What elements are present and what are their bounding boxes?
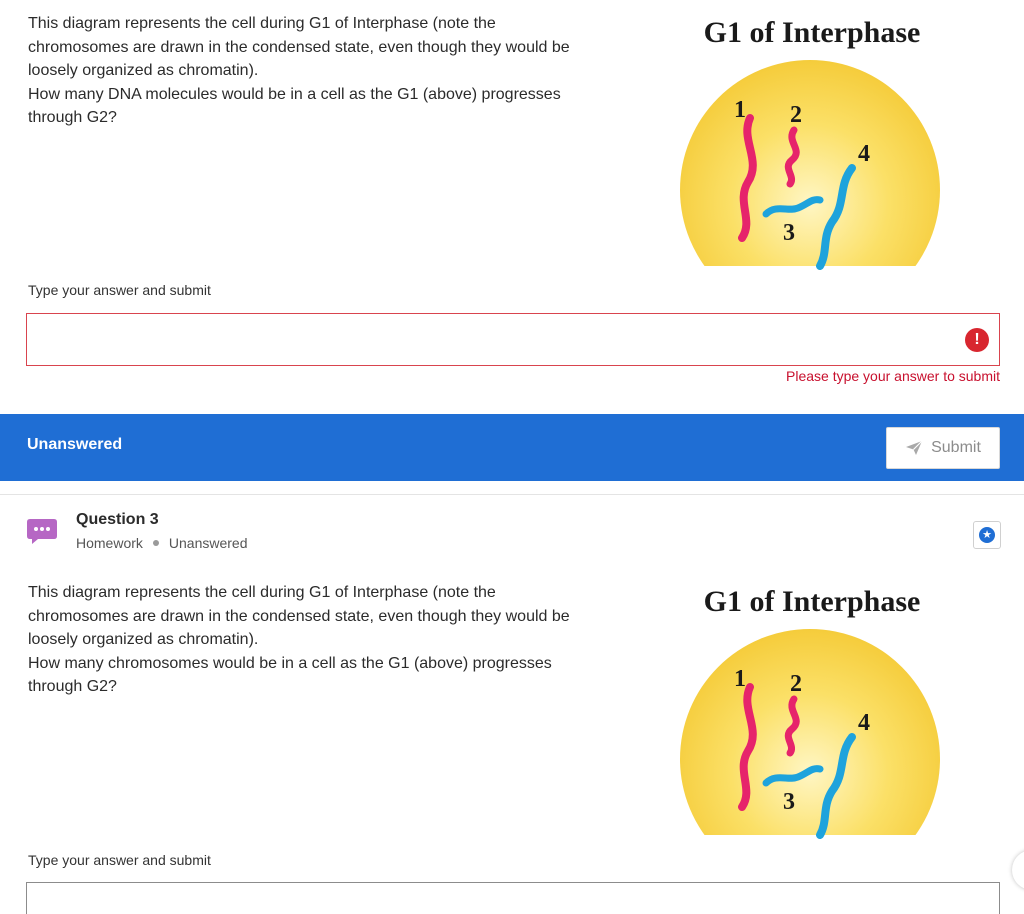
- question-header: Question 3 Homework Unanswered: [76, 511, 248, 551]
- question-type: Homework: [76, 535, 143, 551]
- question-status: Unanswered: [168, 535, 248, 551]
- question-text: This diagram represents the cell during …: [28, 12, 588, 130]
- answer-input[interactable]: [26, 313, 1000, 366]
- answer-label: Type your answer and submit: [28, 282, 211, 298]
- cell-body: [680, 629, 940, 835]
- chromosome-label-2: 2: [790, 671, 802, 697]
- star-icon: ★: [979, 527, 995, 543]
- question-prompt: How many DNA molecules would be in a cel…: [28, 85, 561, 127]
- status-label: Unanswered: [27, 436, 123, 453]
- question-status-bar: Unanswered Submit: [0, 414, 1024, 481]
- answer-input[interactable]: [26, 882, 1000, 914]
- g1-interphase-diagram: 1 2 3 4 G1 of Interphase: [662, 0, 962, 270]
- question-prompt: How many chromosomes would be in a cell …: [28, 654, 552, 696]
- chromosome-label-4: 4: [858, 141, 870, 167]
- error-message: Please type your answer to submit: [786, 368, 1000, 384]
- bookmark-button[interactable]: ★: [973, 521, 1001, 549]
- chromosome-label-1: 1: [734, 97, 746, 123]
- question-context: This diagram represents the cell during …: [28, 15, 570, 79]
- question-text: This diagram represents the cell during …: [28, 581, 588, 699]
- question-title: Question 3: [76, 511, 159, 528]
- chromosome-label-4: 4: [858, 710, 870, 736]
- question-meta: Homework Unanswered: [76, 535, 248, 551]
- send-icon: [906, 440, 923, 455]
- chat-bubble-icon: [27, 519, 57, 544]
- answer-label: Type your answer and submit: [28, 852, 211, 868]
- g1-interphase-diagram: 1 2 3 4 G1 of Interphase: [662, 569, 962, 839]
- question-card-2: This diagram represents the cell during …: [0, 0, 1024, 414]
- submit-button[interactable]: Submit: [886, 427, 1000, 469]
- question-context: This diagram represents the cell during …: [28, 584, 570, 648]
- exclamation-icon: !: [965, 328, 989, 352]
- cell-body: [680, 60, 940, 266]
- chromosome-label-1: 1: [734, 666, 746, 692]
- chromosome-label-3: 3: [783, 789, 795, 815]
- separator-dot: [152, 540, 159, 546]
- chromosome-label-2: 2: [790, 102, 802, 128]
- chromosome-label-3: 3: [783, 220, 795, 246]
- submit-label: Submit: [931, 439, 981, 456]
- diagram-title: G1 of Interphase: [703, 585, 921, 618]
- diagram-title: G1 of Interphase: [703, 16, 921, 49]
